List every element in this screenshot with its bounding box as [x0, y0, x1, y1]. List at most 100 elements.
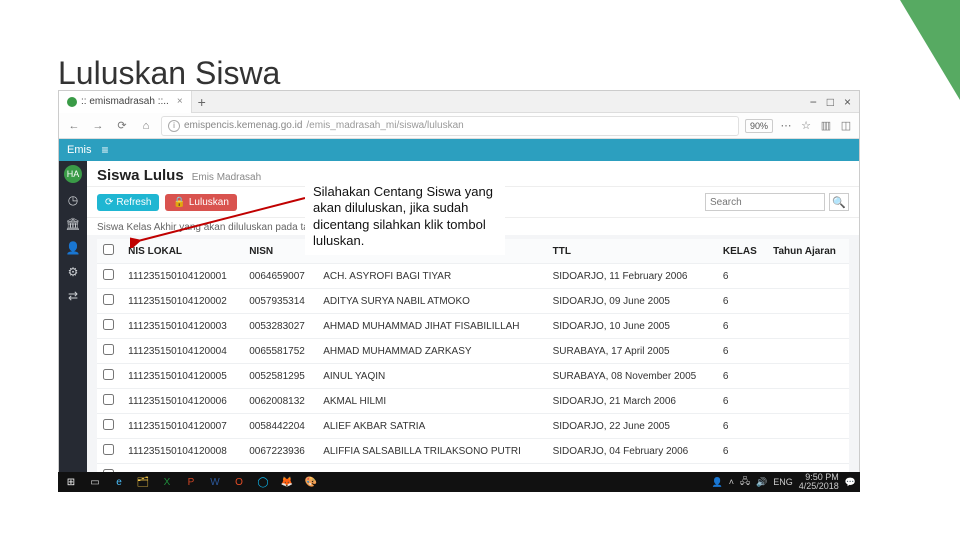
- explorer-icon[interactable]: 🗂: [134, 475, 152, 489]
- sidebar-settings-icon[interactable]: ⚙: [68, 265, 79, 279]
- tray-chevron-icon[interactable]: ˄: [729, 477, 734, 487]
- start-button[interactable]: ⊞: [62, 475, 80, 489]
- cell-nama: ALIFFIA SALSABILLA TRILAKSONO PUTRI: [317, 439, 546, 464]
- cell-ttl: SURABAYA, 08 November 2005: [547, 364, 717, 389]
- row-checkbox[interactable]: [103, 369, 114, 380]
- cell-kelas: 6: [717, 339, 767, 364]
- row-checkbox[interactable]: [103, 319, 114, 330]
- cell-tahun: [767, 289, 849, 314]
- cell-nisn: 0062008132: [243, 389, 317, 414]
- tray-volume-icon[interactable]: 🔊: [756, 477, 767, 488]
- search-box: 🔍: [705, 193, 849, 211]
- app-icon[interactable]: 🎨: [302, 475, 320, 489]
- cell-tahun: [767, 439, 849, 464]
- cell-tahun: [767, 364, 849, 389]
- cell-kelas: 6: [717, 314, 767, 339]
- table-row: 1112351501041200060062008132AKMAL HILMIS…: [97, 389, 849, 414]
- cell-nama: AHMAD MUHAMMAD JIHAT FISABILILLAH: [317, 314, 546, 339]
- table-row: 1112351501041200080067223936ALIFFIA SALS…: [97, 439, 849, 464]
- window-close-button[interactable]: ×: [844, 95, 851, 109]
- tray-date: 4/25/2018: [799, 481, 839, 491]
- sidebar-institution-icon[interactable]: 🏛: [65, 217, 80, 231]
- edge-icon[interactable]: e: [110, 475, 128, 489]
- cell-kelas: 6: [717, 289, 767, 314]
- window-minimize-button[interactable]: −: [810, 95, 817, 109]
- zoom-indicator[interactable]: 90%: [745, 119, 773, 133]
- url-field[interactable]: i emispencis.kemenag.go.id/emis_madrasah…: [161, 116, 739, 136]
- table-row: 1112351501041200050052581295AINUL YAQINS…: [97, 364, 849, 389]
- cell-nisn: 0065581752: [243, 339, 317, 364]
- col-tahun: Tahun Ajaran: [767, 239, 849, 264]
- tray-lang[interactable]: ENG: [773, 477, 793, 487]
- site-info-icon[interactable]: i: [168, 120, 180, 132]
- sidebar-dashboard-icon[interactable]: ◷: [68, 193, 78, 207]
- cell-kelas: 6: [717, 414, 767, 439]
- table-row: 1112351501041200040065581752AHMAD MUHAMM…: [97, 339, 849, 364]
- cell-nisn: 0058442204: [243, 414, 317, 439]
- nav-back-button[interactable]: ←: [65, 120, 83, 132]
- sidebar-avatar[interactable]: HA: [64, 165, 82, 183]
- table-row: 1112351501041200070058442204ALIEF AKBAR …: [97, 414, 849, 439]
- cell-nama: ADITYA SURYA NABIL ATMOKO: [317, 289, 546, 314]
- sidebar-toggle-icon[interactable]: ◫: [839, 119, 853, 132]
- row-checkbox[interactable]: [103, 394, 114, 405]
- word-icon[interactable]: W: [206, 475, 224, 489]
- excel-icon[interactable]: X: [158, 475, 176, 489]
- cell-nis: 111235150104120008: [122, 439, 243, 464]
- row-checkbox[interactable]: [103, 444, 114, 455]
- more-icon[interactable]: ⋯: [779, 119, 793, 132]
- cell-ttl: SIDOARJO, 04 February 2006: [547, 439, 717, 464]
- app-topbar: Emis ≡: [59, 139, 859, 161]
- search-input[interactable]: [705, 193, 825, 211]
- cell-ttl: SURABAYA, 17 April 2005: [547, 339, 717, 364]
- search-button[interactable]: 🔍: [829, 193, 849, 211]
- row-checkbox[interactable]: [103, 269, 114, 280]
- col-kelas: KELAS: [717, 239, 767, 264]
- new-tab-button[interactable]: +: [198, 94, 206, 110]
- cell-tahun: [767, 339, 849, 364]
- nav-forward-button[interactable]: →: [89, 120, 107, 132]
- window-maximize-button[interactable]: □: [827, 95, 834, 109]
- students-table: NIS LOKAL NISN NAMA LENGKAP TTL KELAS Ta…: [97, 239, 849, 489]
- close-tab-icon[interactable]: ×: [177, 96, 183, 107]
- cell-nis: 111235150104120003: [122, 314, 243, 339]
- cell-kelas: 6: [717, 439, 767, 464]
- cell-nis: 111235150104120001: [122, 264, 243, 289]
- taskview-icon[interactable]: ▭: [86, 475, 104, 489]
- slide-title: Luluskan Siswa: [58, 55, 280, 92]
- library-icon[interactable]: ▥: [819, 119, 833, 132]
- cell-nis: 111235150104120006: [122, 389, 243, 414]
- opera-icon[interactable]: O: [230, 475, 248, 489]
- nav-reload-button[interactable]: ⟳: [113, 119, 131, 132]
- browser-window: :: emismadrasah ::.. × + − □ × ← → ⟳ ⌂ i…: [58, 90, 860, 492]
- cell-ttl: SIDOARJO, 21 March 2006: [547, 389, 717, 414]
- tray-people-icon[interactable]: 👤: [711, 477, 722, 488]
- firefox-icon[interactable]: 🦊: [278, 475, 296, 489]
- cell-nis: 111235150104120002: [122, 289, 243, 314]
- url-path: /emis_madrasah_mi/siswa/luluskan: [306, 120, 463, 131]
- cell-nama: AHMAD MUHAMMAD ZARKASY: [317, 339, 546, 364]
- hamburger-icon[interactable]: ≡: [101, 143, 108, 157]
- browser-address-bar: ← → ⟳ ⌂ i emispencis.kemenag.go.id/emis_…: [59, 113, 859, 139]
- cell-nis: 111235150104120004: [122, 339, 243, 364]
- nav-home-button[interactable]: ⌂: [137, 120, 155, 132]
- row-checkbox[interactable]: [103, 344, 114, 355]
- table-row: 1112351501041200010064659007ACH. ASYROFI…: [97, 264, 849, 289]
- cell-nama: AINUL YAQIN: [317, 364, 546, 389]
- browser-tabbar: :: emismadrasah ::.. × + − □ ×: [59, 91, 859, 113]
- tray-network-icon[interactable]: 🖧: [740, 474, 750, 490]
- browser-tab[interactable]: :: emismadrasah ::.. ×: [59, 91, 192, 113]
- star-icon[interactable]: ☆: [799, 119, 813, 132]
- page-title: Siswa Lulus: [97, 167, 184, 184]
- powerpoint-icon[interactable]: P: [182, 475, 200, 489]
- row-checkbox[interactable]: [103, 419, 114, 430]
- tray-notifications-icon[interactable]: 💬: [845, 477, 856, 488]
- select-all-checkbox[interactable]: [103, 244, 114, 255]
- chrome-icon[interactable]: ◯: [254, 475, 272, 489]
- sidebar-user-icon[interactable]: 👤: [66, 241, 81, 255]
- cell-ttl: SIDOARJO, 11 February 2006: [547, 264, 717, 289]
- cell-tahun: [767, 414, 849, 439]
- row-checkbox[interactable]: [103, 294, 114, 305]
- cell-nisn: 0064659007: [243, 264, 317, 289]
- sidebar-transfer-icon[interactable]: ⇄: [68, 289, 78, 303]
